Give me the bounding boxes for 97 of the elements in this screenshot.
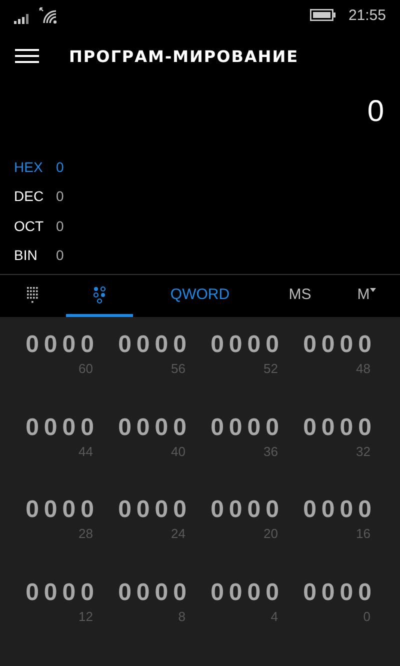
battery-icon xyxy=(310,9,336,21)
bit-toggle[interactable]: 0 xyxy=(26,578,39,606)
bit-position: 52 xyxy=(264,361,279,376)
bit-toggle[interactable]: 0 xyxy=(358,578,372,606)
bit-toggle[interactable]: 0 xyxy=(44,578,58,606)
bit-toggle[interactable]: 0 xyxy=(44,496,58,524)
bit-toggle[interactable]: 0 xyxy=(118,414,132,442)
radix-row[interactable]: OCT 0 xyxy=(14,211,64,240)
bit-toggle[interactable]: 0 xyxy=(321,331,335,359)
bit-position: 44 xyxy=(78,444,94,458)
bit-position: 40 xyxy=(171,444,186,458)
bit-toggle[interactable]: 0 xyxy=(118,496,132,524)
bit-toggle[interactable]: 0 xyxy=(80,331,94,359)
wifi-icon xyxy=(39,6,59,24)
bit-position: 36 xyxy=(264,444,279,458)
bit-toggle[interactable]: 0 xyxy=(303,331,316,359)
bit-toggle[interactable]: 0 xyxy=(118,578,132,606)
bit-toggle[interactable]: 0 xyxy=(321,496,335,524)
bit-position: 20 xyxy=(264,526,279,541)
bit-toggle[interactable]: 0 xyxy=(266,331,279,359)
bit-toggle[interactable]: 0 xyxy=(210,578,224,606)
bit-toggle[interactable]: 0 xyxy=(247,414,261,442)
bit-position: 16 xyxy=(356,526,372,541)
bit-position: 24 xyxy=(171,526,186,541)
radix-row[interactable]: BIN 0 xyxy=(14,240,64,270)
bit-toggle[interactable]: 0 xyxy=(228,331,242,359)
memory-button[interactable]: M xyxy=(333,275,400,317)
bit-toggle[interactable]: 0 xyxy=(173,578,186,606)
bit-toggle[interactable]: 0 xyxy=(266,578,279,606)
bit-toggle[interactable]: 0 xyxy=(247,331,261,359)
bit-toggle[interactable]: 0 xyxy=(154,578,168,606)
bit-toggle[interactable]: 0 xyxy=(80,414,94,442)
menu-button[interactable] xyxy=(15,48,39,64)
bit-position: 48 xyxy=(356,361,372,376)
bit-toggle[interactable]: 0 xyxy=(136,578,150,606)
keypad-icon xyxy=(27,286,39,302)
bit-toggle[interactable]: 0 xyxy=(266,414,279,442)
bit-toggle[interactable]: 0 xyxy=(80,496,94,524)
bit-toggle[interactable]: 0 xyxy=(340,414,354,442)
bit-toggle[interactable]: 0 xyxy=(173,331,186,359)
bit-toggle[interactable]: 0 xyxy=(228,578,242,606)
bit-toggle[interactable]: 0 xyxy=(62,578,76,606)
bit-toggle[interactable]: 0 xyxy=(247,578,261,606)
bit-toggle[interactable]: 0 xyxy=(62,331,76,359)
word-size-button[interactable]: QWORD xyxy=(133,275,267,317)
bit-toggle[interactable]: 0 xyxy=(26,414,39,442)
bit-position: 28 xyxy=(78,526,94,541)
bit-position: 56 xyxy=(171,361,186,376)
bit-position: 60 xyxy=(78,361,94,376)
bit-toggle[interactable]: 0 xyxy=(303,496,316,524)
app-title: ПРОГРАМ-МИРОВАНИЕ xyxy=(69,46,299,66)
bit-toggle[interactable]: 0 xyxy=(44,414,58,442)
bit-toggle[interactable]: 0 xyxy=(210,331,224,359)
radix-row[interactable]: DEC 0 xyxy=(14,182,64,211)
bit-toggle[interactable]: 0 xyxy=(321,578,335,606)
bit-toggle[interactable]: 0 xyxy=(358,414,372,442)
bit-toggle[interactable]: 0 xyxy=(321,414,335,442)
bit-position: 8 xyxy=(178,608,186,624)
clock-time: 21:55 xyxy=(348,6,386,24)
bit-toggle[interactable]: 0 xyxy=(173,496,186,524)
caret-icon xyxy=(370,288,376,292)
bit-position: 32 xyxy=(356,444,372,458)
bit-toggle[interactable]: 0 xyxy=(44,331,58,359)
bit-toggle[interactable]: 0 xyxy=(173,414,186,442)
display-value: 0 xyxy=(367,95,384,129)
bit-toggle[interactable]: 0 xyxy=(303,578,316,606)
memory-store-button[interactable]: MS xyxy=(267,275,333,317)
bit-toggle[interactable]: 0 xyxy=(136,496,150,524)
bit-toggle[interactable]: 0 xyxy=(154,414,168,442)
bit-position: 4 xyxy=(270,608,279,624)
bit-toggle[interactable]: 0 xyxy=(340,578,354,606)
dots-icon xyxy=(92,286,106,304)
bit-toggle[interactable]: 0 xyxy=(154,496,168,524)
bit-toggle[interactable]: 0 xyxy=(210,414,224,442)
bit-toggle[interactable]: 0 xyxy=(340,331,354,359)
bit-toggle[interactable]: 0 xyxy=(358,331,372,359)
bit-position: 0 xyxy=(363,608,372,624)
bit-toggle[interactable]: 0 xyxy=(210,496,224,524)
bit-position: 12 xyxy=(78,608,94,624)
bit-toggle[interactable]: 0 xyxy=(340,496,354,524)
bit-toggle[interactable]: 0 xyxy=(303,414,316,442)
signal-icon xyxy=(14,12,31,24)
bit-toggle[interactable]: 0 xyxy=(358,496,372,524)
bit-toggle[interactable]: 0 xyxy=(228,496,242,524)
bit-toggle[interactable]: 0 xyxy=(118,331,132,359)
bit-toggle[interactable]: 0 xyxy=(247,496,261,524)
radix-row[interactable]: HEX 0 xyxy=(14,152,64,182)
bit-toggle[interactable]: 0 xyxy=(154,331,168,359)
bit-toggle[interactable]: 0 xyxy=(266,496,279,524)
bit-toggle[interactable]: 0 xyxy=(26,331,39,359)
bit-toggle[interactable]: 0 xyxy=(136,331,150,359)
bit-toggle[interactable]: 0 xyxy=(62,414,76,442)
bit-toggle[interactable]: 0 xyxy=(228,414,242,442)
bit-toggle[interactable]: 0 xyxy=(80,578,94,606)
bit-toggle[interactable]: 0 xyxy=(26,496,39,524)
bit-toggle[interactable]: 0 xyxy=(62,496,76,524)
bit-toggle[interactable]: 0 xyxy=(136,414,150,442)
